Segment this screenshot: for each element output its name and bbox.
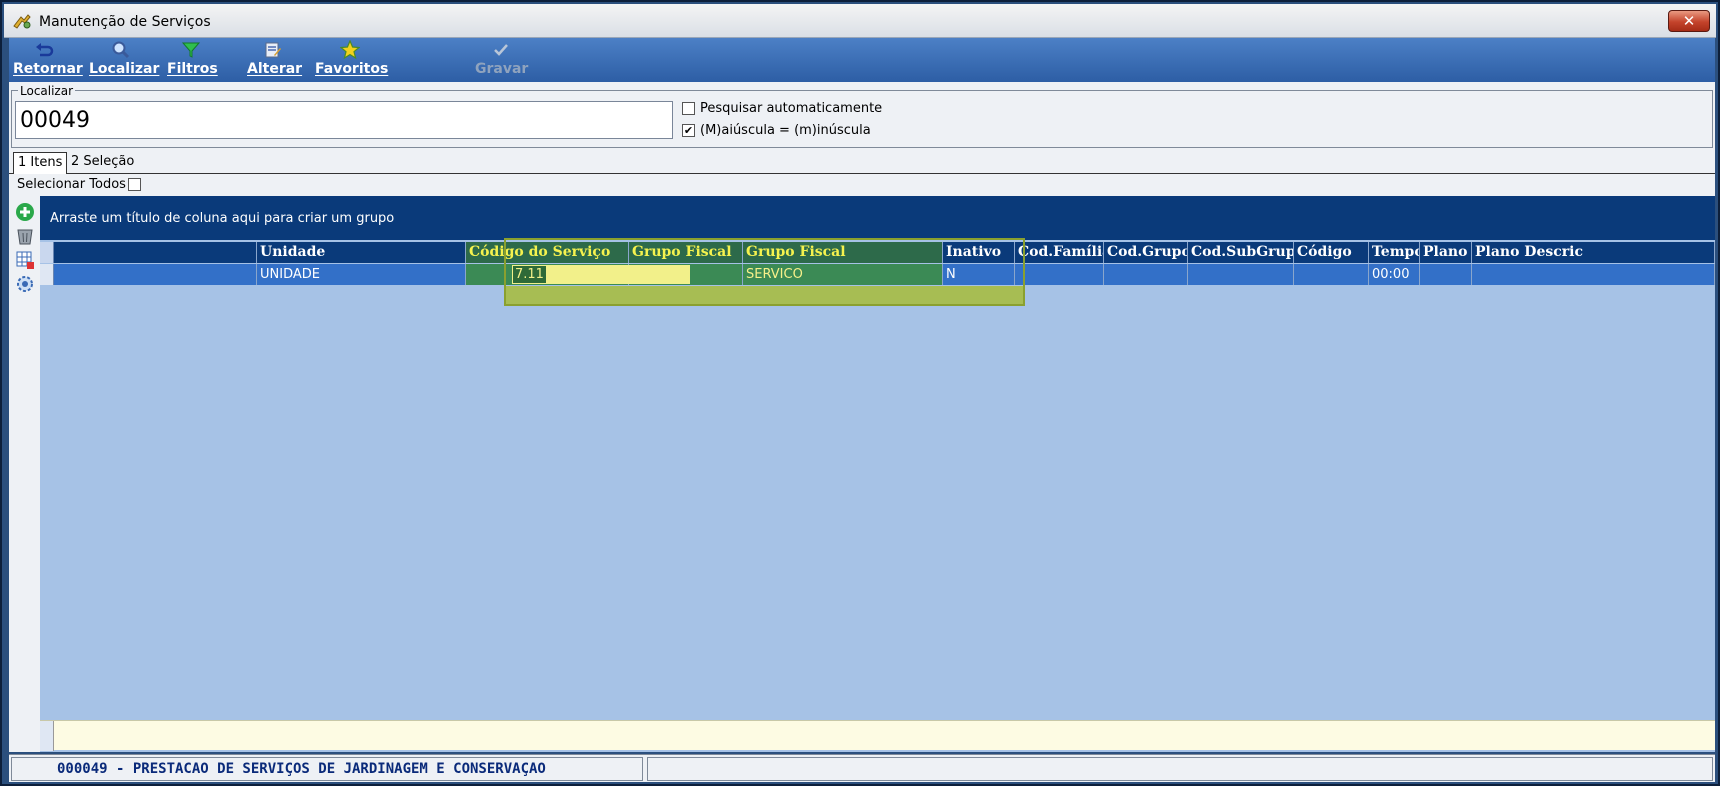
add-icon[interactable]: [15, 202, 35, 222]
table-cell-unidade[interactable]: UNIDADE: [257, 264, 466, 285]
table-cell-codigo[interactable]: [1294, 264, 1369, 285]
status-record-text: 000049 - PRESTACAO DE SERVIÇOS DE JARDIN…: [11, 757, 643, 781]
column-header-codigo[interactable]: Código: [1294, 242, 1369, 263]
table-cell-plano[interactable]: [1420, 264, 1472, 285]
magnifier-icon: [112, 41, 130, 59]
search-input[interactable]: [15, 101, 673, 139]
grid-config-icon[interactable]: [15, 250, 35, 270]
search-legend: Localizar: [18, 84, 76, 98]
column-header-cod-grupo[interactable]: Cod.Grupo: [1104, 242, 1188, 263]
alterar-button[interactable]: Alterar: [247, 40, 303, 80]
select-all-row: Selecionar Todos: [9, 174, 1715, 196]
case-insensitive-checkbox[interactable]: ✔: [682, 124, 695, 137]
search-panel: Localizar Pesquisar automaticamente ✔ (M…: [9, 82, 1715, 150]
app-window: Manutenção de Serviços ✕ Retornar Locali…: [0, 0, 1720, 786]
group-by-bar[interactable]: Arraste um título de coluna aqui para cr…: [40, 196, 1715, 240]
column-header-grupo-fiscal[interactable]: Grupo Fiscal: [629, 242, 743, 263]
gravar-button[interactable]: Gravar: [475, 40, 529, 80]
tab-selecao[interactable]: 2 Seleção: [67, 152, 138, 174]
gravar-label: Gravar: [475, 61, 529, 77]
filtros-button[interactable]: Filtros: [167, 40, 218, 80]
grid-header-row: Unidade Código do Serviço Grupo Fiscal G…: [40, 242, 1715, 263]
favoritos-label: Favoritos: [315, 61, 389, 77]
return-icon: [36, 43, 54, 57]
column-header-codigo-servico[interactable]: Código do Serviço: [466, 242, 629, 263]
funnel-icon: [181, 42, 201, 58]
grid-tools-sidebar: [9, 196, 40, 752]
title-bar[interactable]: Manutenção de Serviços ✕: [4, 4, 1716, 38]
auto-search-checkbox[interactable]: [682, 102, 695, 115]
table-cell-tempo[interactable]: 00:00: [1369, 264, 1420, 285]
table-cell-cod-familia[interactable]: [1015, 264, 1104, 285]
column-header-tempo[interactable]: Tempo: [1369, 242, 1420, 263]
auto-search-option[interactable]: Pesquisar automaticamente: [682, 101, 882, 116]
search-group: Localizar Pesquisar automaticamente ✔ (M…: [11, 84, 1713, 148]
localizar-label: Localizar: [89, 61, 160, 77]
favoritos-button[interactable]: Favoritos: [315, 40, 389, 80]
row-indicator[interactable]: [40, 264, 54, 285]
close-button[interactable]: ✕: [1668, 10, 1710, 32]
tab-itens[interactable]: 1 Itens: [13, 152, 68, 175]
edit-icon: [265, 42, 281, 58]
alterar-label: Alterar: [247, 61, 303, 77]
column-header-plano[interactable]: Plano: [1420, 242, 1472, 263]
retornar-button[interactable]: Retornar: [13, 40, 83, 80]
select-all-checkbox[interactable]: [128, 178, 141, 191]
tab-strip: 1 Itens 2 Seleção: [9, 150, 1715, 175]
case-insensitive-label: (M)aiúscula = (m)inúscula: [700, 123, 871, 138]
data-grid: Arraste um título de coluna aqui para cr…: [40, 196, 1715, 752]
column-header[interactable]: [54, 242, 257, 263]
column-header-cod-familia[interactable]: Cod.Família: [1015, 242, 1104, 263]
grid-footer-row: [40, 720, 1715, 751]
localizar-button[interactable]: Localizar: [89, 40, 160, 80]
table-cell-grupo-fiscal-desc[interactable]: SERVICO: [743, 264, 943, 285]
column-header-plano-descricao[interactable]: Plano Descric: [1472, 242, 1715, 263]
star-icon: [340, 40, 360, 60]
toolbar: Retornar Localizar Filtros Alterar Favor…: [9, 38, 1715, 82]
column-header-cod-subgrupo[interactable]: Cod.SubGrupo: [1188, 242, 1294, 263]
app-icon: [13, 14, 31, 29]
table-cell-cod-subgrupo[interactable]: [1188, 264, 1294, 285]
status-panel: [647, 757, 1713, 781]
retornar-label: Retornar: [13, 61, 83, 77]
header-indicator[interactable]: [40, 242, 54, 263]
table-cell-inativo[interactable]: N: [943, 264, 1015, 285]
column-selection-highlight: [504, 286, 1025, 306]
table-cell-cod-grupo[interactable]: [1104, 264, 1188, 285]
window-title: Manutenção de Serviços: [39, 14, 211, 30]
table-row[interactable]: UNIDADE 004 SERVICO N 00:00: [40, 264, 1715, 285]
case-insensitive-option[interactable]: ✔ (M)aiúscula = (m)inúscula: [682, 123, 871, 138]
cell-editor[interactable]: 7.11: [512, 265, 690, 284]
footer-indicator: [40, 721, 54, 751]
table-cell[interactable]: [54, 264, 257, 285]
trash-icon[interactable]: [15, 226, 35, 246]
column-header-unidade[interactable]: Unidade: [257, 242, 466, 263]
settings-icon[interactable]: [15, 274, 35, 294]
cell-editor-value[interactable]: 7.11: [513, 266, 546, 283]
status-bar: 000049 - PRESTACAO DE SERVIÇOS DE JARDIN…: [9, 754, 1715, 782]
table-cell-plano-descricao[interactable]: [1472, 264, 1715, 285]
filtros-label: Filtros: [167, 61, 218, 77]
column-header-inativo[interactable]: Inativo: [943, 242, 1015, 263]
column-header-grupo-fiscal-desc[interactable]: Grupo Fiscal: [743, 242, 943, 263]
select-all-label: Selecionar Todos: [17, 177, 126, 192]
checkmark-icon: [494, 44, 508, 56]
auto-search-label: Pesquisar automaticamente: [700, 101, 883, 116]
